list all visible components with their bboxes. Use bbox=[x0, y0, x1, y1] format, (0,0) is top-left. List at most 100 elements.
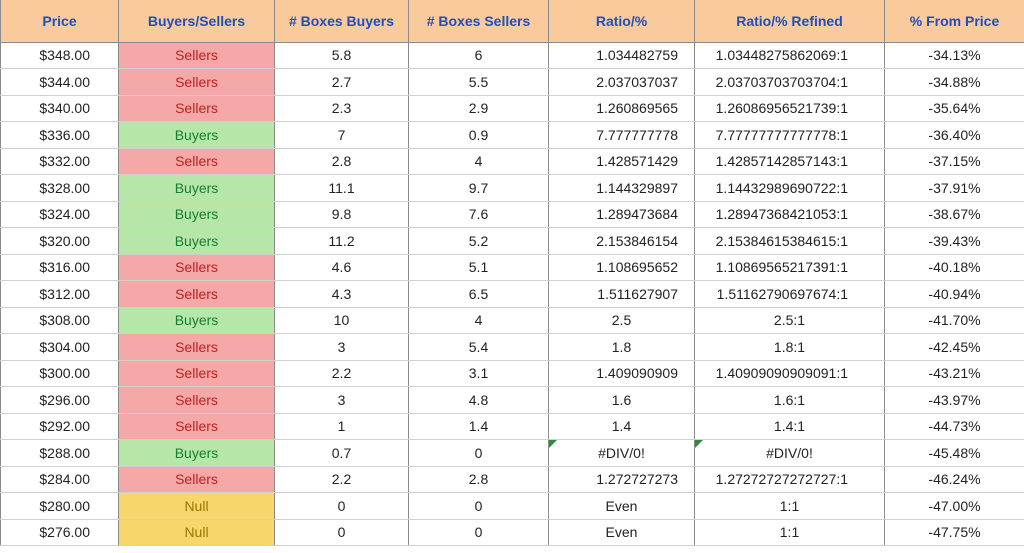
cell-ratio-refined[interactable]: 1.14432989690722:1 bbox=[695, 175, 885, 202]
cell-pct-from-price[interactable]: -44.73% bbox=[885, 413, 1024, 440]
cell-boxes-sellers[interactable]: 0 bbox=[409, 493, 549, 520]
cell-buyers-sellers[interactable]: Sellers bbox=[119, 69, 275, 96]
cell-ratio[interactable]: 1.260869565 bbox=[549, 95, 695, 122]
cell-pct-from-price[interactable]: -45.48% bbox=[885, 440, 1024, 467]
cell-buyers-sellers[interactable]: Sellers bbox=[119, 95, 275, 122]
cell-buyers-sellers[interactable]: Buyers bbox=[119, 175, 275, 202]
cell-price[interactable]: $276.00 bbox=[1, 519, 119, 546]
cell-boxes-buyers[interactable]: 2.3 bbox=[275, 95, 409, 122]
cell-pct-from-price[interactable]: -42.45% bbox=[885, 334, 1024, 361]
cell-boxes-sellers[interactable]: 0 bbox=[409, 519, 549, 546]
cell-boxes-sellers[interactable]: 2.9 bbox=[409, 95, 549, 122]
cell-price[interactable]: $328.00 bbox=[1, 175, 119, 202]
cell-price[interactable]: $308.00 bbox=[1, 307, 119, 334]
cell-ratio-refined[interactable]: 1.40909090909091:1 bbox=[695, 360, 885, 387]
cell-buyers-sellers[interactable]: Null bbox=[119, 493, 275, 520]
cell-ratio[interactable]: 1.272727273 bbox=[549, 466, 695, 493]
cell-boxes-buyers[interactable]: 11.2 bbox=[275, 228, 409, 255]
cell-ratio-refined[interactable]: 1.42857142857143:1 bbox=[695, 148, 885, 175]
cell-ratio[interactable]: 2.037037037 bbox=[549, 69, 695, 96]
cell-buyers-sellers[interactable]: Buyers bbox=[119, 228, 275, 255]
cell-buyers-sellers[interactable]: Sellers bbox=[119, 413, 275, 440]
cell-buyers-sellers[interactable]: Sellers bbox=[119, 281, 275, 308]
cell-price[interactable]: $312.00 bbox=[1, 281, 119, 308]
cell-ratio[interactable]: 1.6 bbox=[549, 387, 695, 414]
cell-ratio-refined[interactable]: 7.77777777777778:1 bbox=[695, 122, 885, 149]
cell-price[interactable]: $292.00 bbox=[1, 413, 119, 440]
cell-buyers-sellers[interactable]: Sellers bbox=[119, 360, 275, 387]
cell-pct-from-price[interactable]: -37.15% bbox=[885, 148, 1024, 175]
cell-ratio[interactable]: Even bbox=[549, 519, 695, 546]
cell-buyers-sellers[interactable]: Sellers bbox=[119, 42, 275, 69]
header-boxes-sellers[interactable]: # Boxes Sellers bbox=[409, 0, 549, 42]
cell-boxes-buyers[interactable]: 0.7 bbox=[275, 440, 409, 467]
cell-boxes-sellers[interactable]: 5.2 bbox=[409, 228, 549, 255]
cell-ratio[interactable]: 1.8 bbox=[549, 334, 695, 361]
cell-price[interactable]: $300.00 bbox=[1, 360, 119, 387]
cell-boxes-sellers[interactable]: 0.9 bbox=[409, 122, 549, 149]
cell-pct-from-price[interactable]: -47.75% bbox=[885, 519, 1024, 546]
cell-price[interactable]: $336.00 bbox=[1, 122, 119, 149]
cell-boxes-sellers[interactable]: 1.4 bbox=[409, 413, 549, 440]
cell-ratio[interactable]: 2.5 bbox=[549, 307, 695, 334]
cell-buyers-sellers[interactable]: Buyers bbox=[119, 307, 275, 334]
cell-ratio-refined[interactable]: #DIV/0! bbox=[695, 440, 885, 467]
cell-buyers-sellers[interactable]: Buyers bbox=[119, 201, 275, 228]
cell-ratio[interactable]: 1.4 bbox=[549, 413, 695, 440]
cell-pct-from-price[interactable]: -36.40% bbox=[885, 122, 1024, 149]
cell-buyers-sellers[interactable]: Sellers bbox=[119, 148, 275, 175]
cell-ratio-refined[interactable]: 1:1 bbox=[695, 493, 885, 520]
cell-boxes-sellers[interactable]: 2.8 bbox=[409, 466, 549, 493]
cell-boxes-buyers[interactable]: 4.3 bbox=[275, 281, 409, 308]
header-boxes-buyers[interactable]: # Boxes Buyers bbox=[275, 0, 409, 42]
cell-ratio-refined[interactable]: 1:1 bbox=[695, 519, 885, 546]
cell-ratio-refined[interactable]: 1.03448275862069:1 bbox=[695, 42, 885, 69]
cell-boxes-buyers[interactable]: 0 bbox=[275, 493, 409, 520]
cell-pct-from-price[interactable]: -40.94% bbox=[885, 281, 1024, 308]
cell-ratio-refined[interactable]: 2.03703703703704:1 bbox=[695, 69, 885, 96]
cell-ratio[interactable]: 1.428571429 bbox=[549, 148, 695, 175]
cell-ratio[interactable]: 1.511627907 bbox=[549, 281, 695, 308]
cell-buyers-sellers[interactable]: Sellers bbox=[119, 466, 275, 493]
cell-boxes-sellers[interactable]: 5.1 bbox=[409, 254, 549, 281]
cell-pct-from-price[interactable]: -35.64% bbox=[885, 95, 1024, 122]
cell-boxes-sellers[interactable]: 6.5 bbox=[409, 281, 549, 308]
cell-boxes-sellers[interactable]: 9.7 bbox=[409, 175, 549, 202]
cell-pct-from-price[interactable]: -38.67% bbox=[885, 201, 1024, 228]
cell-ratio-refined[interactable]: 2.5:1 bbox=[695, 307, 885, 334]
cell-price[interactable]: $304.00 bbox=[1, 334, 119, 361]
cell-pct-from-price[interactable]: -43.21% bbox=[885, 360, 1024, 387]
cell-pct-from-price[interactable]: -41.70% bbox=[885, 307, 1024, 334]
cell-pct-from-price[interactable]: -34.88% bbox=[885, 69, 1024, 96]
cell-buyers-sellers[interactable]: Sellers bbox=[119, 254, 275, 281]
cell-price[interactable]: $332.00 bbox=[1, 148, 119, 175]
cell-pct-from-price[interactable]: -34.13% bbox=[885, 42, 1024, 69]
header-buyers-sellers[interactable]: Buyers/Sellers bbox=[119, 0, 275, 42]
cell-boxes-buyers[interactable]: 2.8 bbox=[275, 148, 409, 175]
cell-boxes-buyers[interactable]: 10 bbox=[275, 307, 409, 334]
cell-price[interactable]: $284.00 bbox=[1, 466, 119, 493]
cell-ratio-refined[interactable]: 2.15384615384615:1 bbox=[695, 228, 885, 255]
cell-boxes-buyers[interactable]: 9.8 bbox=[275, 201, 409, 228]
cell-ratio-refined[interactable]: 1.4:1 bbox=[695, 413, 885, 440]
cell-price[interactable]: $324.00 bbox=[1, 201, 119, 228]
cell-ratio[interactable]: 7.777777778 bbox=[549, 122, 695, 149]
cell-boxes-sellers[interactable]: 4.8 bbox=[409, 387, 549, 414]
cell-boxes-buyers[interactable]: 2.2 bbox=[275, 466, 409, 493]
cell-ratio-refined[interactable]: 1.8:1 bbox=[695, 334, 885, 361]
cell-price[interactable]: $344.00 bbox=[1, 69, 119, 96]
cell-buyers-sellers[interactable]: Buyers bbox=[119, 440, 275, 467]
header-pct-from-price[interactable]: % From Price bbox=[885, 0, 1024, 42]
cell-ratio-refined[interactable]: 1.26086956521739:1 bbox=[695, 95, 885, 122]
header-ratio[interactable]: Ratio/% bbox=[549, 0, 695, 42]
cell-ratio-refined[interactable]: 1.27272727272727:1 bbox=[695, 466, 885, 493]
cell-pct-from-price[interactable]: -37.91% bbox=[885, 175, 1024, 202]
cell-pct-from-price[interactable]: -46.24% bbox=[885, 466, 1024, 493]
cell-pct-from-price[interactable]: -39.43% bbox=[885, 228, 1024, 255]
cell-ratio-refined[interactable]: 1.28947368421053:1 bbox=[695, 201, 885, 228]
cell-ratio-refined[interactable]: 1.6:1 bbox=[695, 387, 885, 414]
cell-boxes-sellers[interactable]: 0 bbox=[409, 440, 549, 467]
cell-boxes-sellers[interactable]: 7.6 bbox=[409, 201, 549, 228]
cell-boxes-sellers[interactable]: 5.4 bbox=[409, 334, 549, 361]
cell-buyers-sellers[interactable]: Sellers bbox=[119, 334, 275, 361]
